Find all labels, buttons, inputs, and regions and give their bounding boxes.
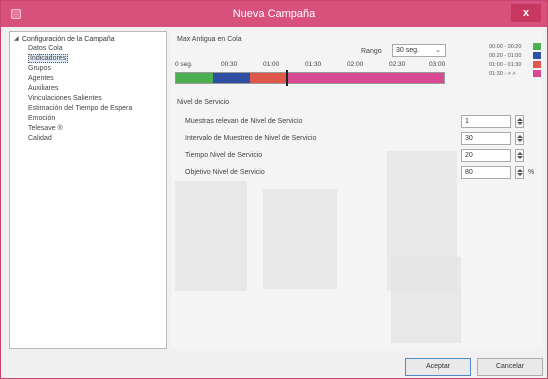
legend-label: 00:20 - 01:00 <box>489 53 522 59</box>
timeline-segment <box>287 73 444 83</box>
tree-item[interactable]: Datos Cola <box>28 44 162 54</box>
nivel-servicio-title: Nivel de Servicio <box>177 99 230 106</box>
legend-swatch <box>533 52 541 59</box>
spinner-control[interactable] <box>515 115 524 128</box>
legend-swatch <box>533 70 541 77</box>
spin-down-icon[interactable] <box>517 122 523 125</box>
legend-row: 01:30 - > > <box>489 69 541 78</box>
rango-value: 30 seg. <box>396 47 419 54</box>
spinner-control[interactable] <box>515 166 524 179</box>
time-axis: 0 seg. 00:30 01:00 01:30 02:00 02:30 03:00 <box>175 61 445 71</box>
tree-item-label: Vinculaciones Salientes <box>28 95 102 102</box>
tree-item[interactable]: Auxiliares <box>28 84 162 94</box>
legend-swatch <box>533 61 541 68</box>
spin-up-icon[interactable] <box>517 152 523 155</box>
tree-item[interactable]: Agentes <box>28 74 162 84</box>
tree-item[interactable]: Emoción <box>28 114 162 124</box>
spin-up-icon[interactable] <box>517 169 523 172</box>
numeric-input[interactable]: 80 <box>461 166 511 179</box>
timeline-segment <box>176 73 214 83</box>
spin-up-icon[interactable] <box>517 135 523 138</box>
max-cola-title: Max Antigua en Cola <box>177 36 242 43</box>
axis-tick-label: 01:30 <box>305 61 322 68</box>
field-label: Tiempo Nivel de Servicio <box>185 152 263 159</box>
tree-item-label: Datos Cola <box>28 45 63 52</box>
tree-item[interactable]: Telesave ® <box>28 124 162 134</box>
spinner-control[interactable] <box>515 149 524 162</box>
service-level-field: Muestras relevan de Nivel de Servicio 1 <box>185 115 535 129</box>
service-level-field: Intervalo de Muestreo de Nivel de Servic… <box>185 132 535 146</box>
spin-down-icon[interactable] <box>517 156 523 159</box>
background-panel <box>263 189 337 289</box>
legend-row: 01:00 - 01:30 <box>489 60 541 69</box>
legend-label: 01:30 - > > <box>489 71 516 77</box>
service-level-field: Tiempo Nivel de Servicio 20 <box>185 149 535 163</box>
legend-row: 00:00 - 00:20 <box>489 42 541 51</box>
tree-item-label: Emoción <box>28 115 56 122</box>
tree-item[interactable]: Calidad <box>28 134 162 144</box>
tree-item[interactable]: Indicadores <box>28 54 162 64</box>
campaign-dialog: Nueva Campaña x ◢ Configuración de la Ca… <box>0 0 548 379</box>
tree-item[interactable]: Estimación del Tiempo de Espera <box>28 104 162 114</box>
collapse-icon[interactable]: ◢ <box>14 35 22 44</box>
axis-tick-label: 02:00 <box>347 61 364 68</box>
indicators-panel: Max Antigua en Cola Rango 30 seg. ⌄ 0 se… <box>171 31 543 349</box>
close-button[interactable]: x <box>511 4 541 22</box>
tree-item[interactable]: Vinculaciones Salientes <box>28 94 162 104</box>
legend-row: 00:20 - 01:00 <box>489 51 541 60</box>
title-bar: Nueva Campaña x <box>1 1 547 27</box>
legend-label: 01:00 - 01:30 <box>489 62 522 68</box>
axis-tick-label: 02:30 <box>389 61 406 68</box>
axis-tick-label: 03:00 <box>429 61 446 68</box>
timeline-segment <box>213 73 251 83</box>
tree-item[interactable]: Grupos <box>28 64 162 74</box>
tree-item-label: Grupos <box>28 65 51 72</box>
spinner-control[interactable] <box>515 132 524 145</box>
legend-label: 00:00 - 00:20 <box>489 44 522 50</box>
field-label: Muestras relevan de Nivel de Servicio <box>185 118 303 125</box>
axis-tick-label: 01:00 <box>263 61 280 68</box>
rango-select[interactable]: 30 seg. ⌄ <box>392 44 446 57</box>
legend-swatch <box>533 43 541 50</box>
numeric-input[interactable]: 1 <box>461 115 511 128</box>
queue-timeline-bar <box>175 72 445 84</box>
timeline-marker <box>286 70 289 86</box>
background-panel <box>175 181 247 291</box>
tree-root-label: Configuración de la Campaña <box>22 36 115 43</box>
field-label: Intervalo de Muestreo de Nivel de Servic… <box>185 135 317 142</box>
tree-item-label: Indicadores <box>28 54 69 63</box>
numeric-input[interactable]: 30 <box>461 132 511 145</box>
unit-label: % <box>528 169 535 176</box>
numeric-input[interactable]: 20 <box>461 149 511 162</box>
window-title: Nueva Campaña <box>232 8 316 20</box>
service-level-field: Objetivo Nivel de Servicio 80% <box>185 166 535 180</box>
timeline-legend: 00:00 - 00:20 00:20 - 01:00 01:00 - 01:30 0… <box>489 42 541 78</box>
rango-label: Rango <box>361 48 382 55</box>
spin-down-icon[interactable] <box>517 173 523 176</box>
tree-item-label: Auxiliares <box>28 85 59 92</box>
background-panel <box>391 257 461 343</box>
spin-up-icon[interactable] <box>517 118 523 121</box>
spin-down-icon[interactable] <box>517 139 523 142</box>
tree-children: Datos Cola Indicadores Grupos Agentes Auxili… <box>28 44 162 144</box>
tree-item-label: Calidad <box>28 135 52 142</box>
tree-item-label: Agentes <box>28 75 54 82</box>
timeline-segment <box>250 73 288 83</box>
config-tree: ◢ Configuración de la Campaña Datos Cola… <box>9 31 167 349</box>
tree-item-label: Telesave ® <box>28 125 63 132</box>
cancel-button[interactable]: Cancelar <box>477 358 543 376</box>
tree-item-label: Estimación del Tiempo de Espera <box>28 105 133 112</box>
axis-tick-label: 0 seg. <box>175 61 193 68</box>
accept-button[interactable]: Aceptar <box>405 358 471 376</box>
tree-root-item[interactable]: ◢ Configuración de la Campaña <box>14 35 162 44</box>
chevron-down-icon: ⌄ <box>435 47 441 54</box>
axis-tick-label: 00:30 <box>221 61 238 68</box>
field-label: Objetivo Nivel de Servicio <box>185 169 265 176</box>
